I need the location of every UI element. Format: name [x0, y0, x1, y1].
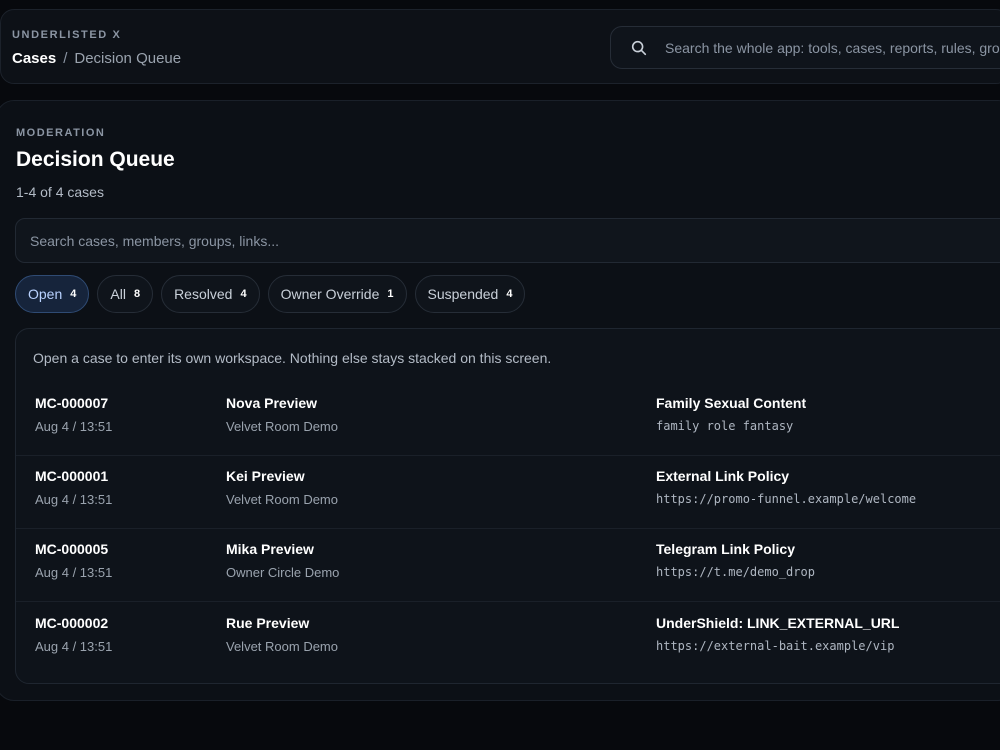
app-brand: UNDERLISTED X — [12, 29, 122, 41]
case-evidence: https://external-bait.example/vip — [656, 639, 895, 653]
case-rule: External Link Policy — [656, 468, 790, 484]
case-list: Open a case to enter its own workspace. … — [15, 328, 1000, 684]
case-row[interactable]: MC-000001 Aug 4 / 13:51 Kei Preview Velv… — [16, 456, 1000, 529]
case-member: Nova Preview — [226, 395, 318, 411]
case-id: MC-000002 — [35, 615, 109, 631]
case-rule: UnderShield: LINK_EXTERNAL_URL — [656, 615, 900, 631]
tab-count-badge: 1 — [387, 288, 394, 300]
case-group: Owner Circle Demo — [226, 565, 340, 580]
breadcrumb-separator: / — [63, 50, 68, 67]
tab-label: Resolved — [174, 286, 233, 302]
page-title: Decision Queue — [16, 148, 175, 171]
case-id: MC-000005 — [35, 541, 109, 557]
case-rule: Telegram Link Policy — [656, 541, 796, 557]
tab-all[interactable]: All 8 — [97, 275, 154, 313]
tab-label: Suspended — [427, 286, 499, 302]
breadcrumb: Cases / Decision Queue — [12, 50, 181, 67]
case-rule: Family Sexual Content — [656, 395, 807, 411]
list-hint: Open a case to enter its own workspace. … — [33, 350, 552, 366]
tab-owner-override[interactable]: Owner Override 1 — [267, 275, 407, 313]
case-row[interactable]: MC-000007 Aug 4 / 13:51 Nova Preview Vel… — [16, 383, 1000, 456]
top-bar: UNDERLISTED X Cases / Decision Queue Searc… — [0, 9, 1000, 84]
case-row[interactable]: MC-000002 Aug 4 / 13:51 Rue Preview Velv… — [16, 603, 1000, 676]
tab-open[interactable]: Open 4 — [15, 275, 90, 313]
case-count: 1-4 of 4 cases — [16, 184, 104, 200]
case-id: MC-000007 — [35, 395, 109, 411]
global-search-placeholder[interactable]: Search the whole app: tools, cases, repo… — [665, 40, 1000, 56]
tab-label: Open — [28, 286, 63, 302]
tab-label: All — [110, 286, 126, 302]
tab-suspended[interactable]: Suspended 4 — [414, 275, 526, 313]
case-group: Velvet Room Demo — [226, 639, 338, 654]
tab-label: Owner Override — [280, 286, 380, 302]
case-timestamp: Aug 4 / 13:51 — [35, 639, 113, 654]
tab-resolved[interactable]: Resolved 4 — [161, 275, 260, 313]
case-search-field[interactable] — [15, 218, 1000, 263]
search-icon — [631, 40, 647, 55]
case-group: Velvet Room Demo — [226, 419, 338, 434]
case-timestamp: Aug 4 / 13:51 — [35, 419, 113, 434]
filter-tabs: Open 4 All 8 Resolved 4 Owner Override 1 Sus… — [15, 275, 526, 313]
case-member: Mika Preview — [226, 541, 314, 557]
breadcrumb-cases-link[interactable]: Cases — [12, 50, 56, 67]
case-member: Rue Preview — [226, 615, 310, 631]
case-timestamp: Aug 4 / 13:51 — [35, 565, 113, 580]
tab-count-badge: 4 — [70, 288, 77, 300]
case-group: Velvet Room Demo — [226, 492, 338, 507]
case-evidence: https://promo-funnel.example/welcome — [656, 492, 917, 506]
case-evidence: https://t.me/demo_drop — [656, 565, 815, 579]
tab-count-badge: 4 — [506, 288, 513, 300]
case-evidence: family role fantasy — [656, 419, 794, 433]
case-search-input[interactable] — [30, 232, 1000, 249]
case-id: MC-000001 — [35, 468, 109, 484]
case-timestamp: Aug 4 / 13:51 — [35, 492, 113, 507]
decision-queue-panel: MODERATION Decision Queue 1-4 of 4 cases… — [0, 100, 1000, 701]
case-row[interactable]: MC-000005 Aug 4 / 13:51 Mika Preview Own… — [16, 529, 1000, 602]
tab-count-badge: 4 — [240, 288, 247, 300]
section-eyebrow: MODERATION — [16, 127, 106, 139]
global-search[interactable]: Search the whole app: tools, cases, repo… — [610, 26, 1000, 69]
tab-count-badge: 8 — [133, 288, 141, 300]
breadcrumb-current: Decision Queue — [74, 50, 182, 67]
case-member: Kei Preview — [226, 468, 305, 484]
